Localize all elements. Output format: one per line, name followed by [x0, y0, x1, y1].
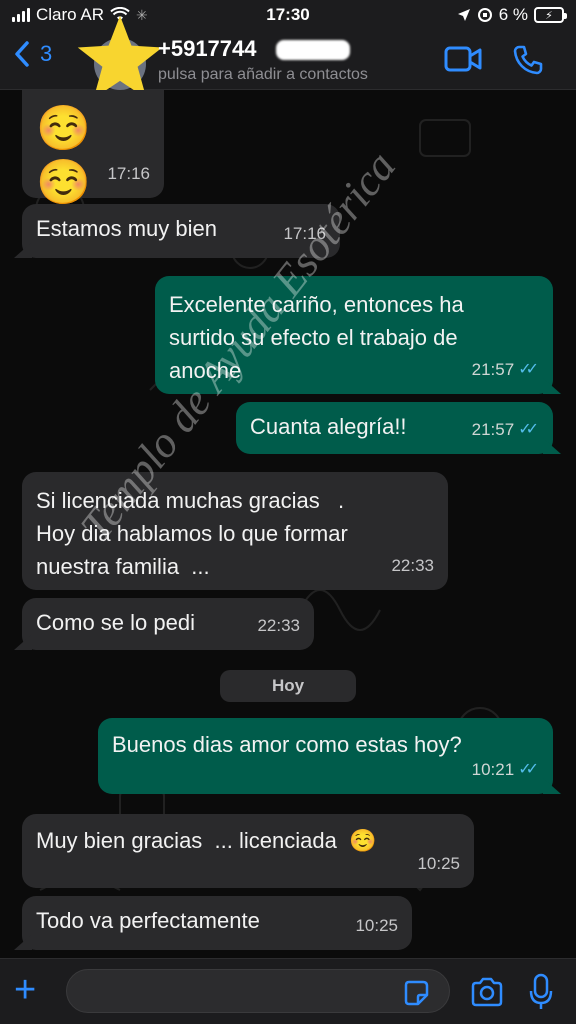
message-line: Si licenciada muchas gracias .: [36, 488, 345, 513]
contact-info[interactable]: +5917744 pulsa para añadir a contactos: [158, 36, 368, 84]
microphone-icon[interactable]: [528, 973, 554, 1011]
message-time: 10:21 ✓✓: [472, 753, 539, 786]
message-input[interactable]: [66, 969, 450, 1013]
message-time: 17:16: [283, 217, 326, 250]
time-label: 22:33: [257, 616, 300, 635]
chevron-left-icon: [15, 41, 29, 67]
contact-number: +5917744: [158, 36, 257, 61]
camera-icon[interactable]: [470, 977, 504, 1007]
time-label: 10:21: [471, 760, 515, 779]
time-label: 10:25: [417, 854, 460, 873]
message-text: Estamos muy bien: [36, 216, 217, 241]
unread-count: 3: [40, 41, 53, 66]
message-line: Hoy dia hablamos lo que formar: [36, 521, 348, 546]
message-bubble-outgoing[interactable]: Excelente cariño, entonces ha surtido su…: [155, 276, 553, 394]
message-bubble-outgoing[interactable]: Buenos dias amor como estas hoy? 10:21 ✓✓: [98, 718, 553, 794]
contact-subtitle: pulsa para añadir a contactos: [158, 66, 368, 83]
message-bubble-incoming[interactable]: Estamos muy bien 17:16: [22, 204, 340, 258]
time-label: 17:16: [283, 224, 326, 243]
phone-icon[interactable]: [512, 44, 544, 76]
message-bubble-incoming[interactable]: Si licenciada muchas gracias . Hoy dia h…: [22, 472, 448, 590]
orientation-lock-icon: [477, 8, 492, 22]
message-line: Excelente cariño, entonces ha: [169, 292, 464, 317]
back-button[interactable]: 3: [14, 40, 52, 68]
message-text: Todo va perfectamente: [36, 908, 260, 933]
message-text: Muy bien gracias ... licenciada ☺️: [36, 828, 377, 853]
time-label: 17:16: [107, 164, 150, 183]
status-right: 6 % ⚡: [457, 5, 567, 25]
message-bubble-incoming[interactable]: Como se lo pedi 22:33: [22, 598, 314, 650]
sticker-icon[interactable]: [402, 979, 430, 1007]
message-time: 17:16: [107, 157, 150, 190]
message-line: surtido su efecto el trabajo de: [169, 325, 458, 350]
message-bubble-outgoing[interactable]: Cuanta alegría!! 21:57 ✓✓: [236, 402, 553, 454]
read-ticks-icon: ✓✓: [518, 361, 539, 378]
message-time: 10:25: [355, 909, 398, 942]
time-label: 21:57: [471, 360, 515, 379]
read-ticks-icon: ✓✓: [518, 761, 539, 778]
date-divider: Hoy: [220, 670, 356, 702]
message-text: ☺️ ☺️: [36, 104, 91, 207]
plus-icon[interactable]: +: [14, 971, 36, 1009]
message-time: 22:33: [257, 609, 300, 642]
message-composer: +: [0, 958, 576, 1024]
chat-area[interactable]: ☺️ ☺️ 17:16 Estamos muy bien 17:16 Excel…: [0, 90, 576, 958]
star-sticker-icon: [77, 15, 163, 99]
battery-percent: 6 %: [498, 5, 528, 24]
message-line: nuestra familia ...: [36, 554, 210, 579]
message-bubble-incoming[interactable]: ☺️ ☺️ 17:16: [22, 90, 164, 207]
read-ticks-icon: ✓✓: [518, 421, 539, 438]
message-time: 22:33: [391, 549, 434, 582]
message-bubble-incoming[interactable]: Todo va perfectamente 10:25: [22, 896, 412, 950]
time-label: 22:33: [391, 556, 434, 575]
message-time: 10:25: [417, 847, 460, 880]
contact-name: +5917744: [158, 36, 368, 62]
location-icon: [457, 9, 470, 21]
video-call-icon[interactable]: [444, 44, 482, 74]
message-time: 21:57 ✓✓: [472, 353, 539, 386]
battery-icon: ⚡: [534, 7, 567, 23]
time-label: 21:57: [471, 420, 515, 439]
redaction-scribble: [276, 40, 350, 60]
message-time: 21:57 ✓✓: [472, 413, 539, 446]
time-label: 10:25: [355, 916, 398, 935]
message-bubble-incoming[interactable]: Muy bien gracias ... licenciada ☺️ 10:25: [22, 814, 474, 888]
chat-header: 3 +5917744 pulsa para añadir a contactos: [0, 15, 576, 99]
